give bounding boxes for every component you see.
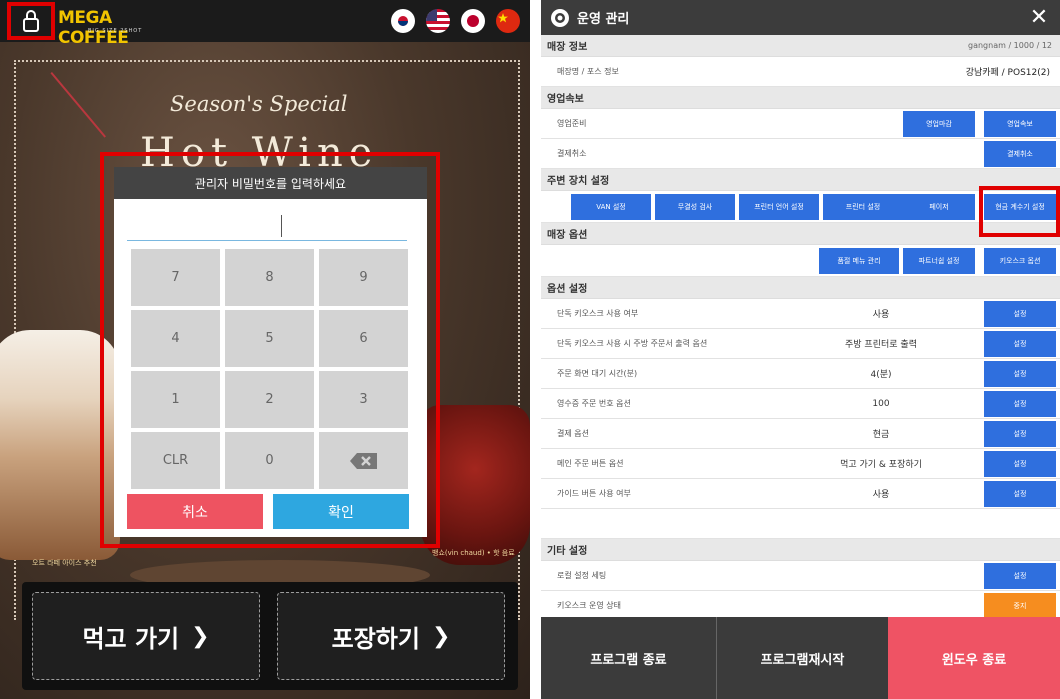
pager-button[interactable]: 페이저: [903, 194, 975, 220]
admin-footer: 프로그램 종료 프로그램재시작 윈도우 종료: [541, 617, 1060, 699]
shutdown-windows-button[interactable]: 윈도우 종료: [888, 617, 1060, 699]
van-settings-button[interactable]: VAN 설정: [571, 194, 651, 220]
printer-language-button[interactable]: 프린터 언어 설정: [739, 194, 819, 220]
section-store-info: 매장 정보 gangnam / 1000 / 12: [541, 35, 1060, 57]
row-value: 4(분): [870, 370, 892, 380]
option-row: 가이드 버튼 사용 여부 사용 설정: [541, 479, 1060, 509]
china-flag-icon[interactable]: [496, 9, 520, 33]
promo-frame-top: [14, 60, 520, 62]
admin-title: 운영 관리: [577, 12, 630, 27]
exit-program-button[interactable]: 프로그램 종료: [541, 617, 717, 699]
highlight-box-dialog: [100, 152, 440, 548]
settings-button[interactable]: 설정: [984, 421, 1056, 447]
settings-button[interactable]: 설정: [984, 481, 1056, 507]
option-row: 주문 화면 대기 시간(분) 4(분) 설정: [541, 359, 1060, 389]
store-pos-value: 강남카페 / POS12(2): [965, 68, 1050, 78]
korea-flag-icon[interactable]: [391, 9, 415, 33]
row-label: 로컬 설정 세팅: [557, 571, 607, 580]
row-label: 단독 키오스크 사용 시 주방 주문서 출력 옵션: [557, 339, 708, 348]
admin-panel: 운영 관리 ✕ 매장 정보 gangnam / 1000 / 12 매장명 / …: [541, 0, 1060, 699]
option-row: 단독 키오스크 사용 시 주방 주문서 출력 옵션 주방 프린터로 출력 설정: [541, 329, 1060, 359]
row-value: 100: [872, 398, 890, 409]
row-label: 가이드 버튼 사용 여부: [557, 489, 631, 498]
row-label: 주문 화면 대기 시간(분): [557, 369, 638, 378]
section-title: 매장 정보: [547, 42, 588, 53]
settings-button[interactable]: 설정: [984, 331, 1056, 357]
kiosk-stop-button[interactable]: 중지: [984, 593, 1056, 619]
row-label: 키오스크 운영 상태: [557, 601, 621, 610]
section-business: 영업속보: [541, 87, 1060, 109]
close-business-button[interactable]: 영업마감: [903, 111, 975, 137]
settings-button[interactable]: 설정: [984, 301, 1056, 327]
mega-coffee-logo: MEGA COFFEE BIG SIZE 2SHOT: [58, 6, 168, 48]
section-title: 옵션 설정: [547, 284, 588, 295]
japan-flag-icon[interactable]: [461, 9, 485, 33]
promo-tag-left: 오트 라떼 아이스 추천: [32, 559, 97, 567]
sold-out-menu-button[interactable]: 품절 메뉴 관리: [819, 248, 899, 274]
store-info-row: 매장명 / 포스 정보 강남카페 / POS12(2): [541, 57, 1060, 87]
chevron-right-icon: ❯: [431, 623, 451, 649]
option-row: 단독 키오스크 사용 여부 사용 설정: [541, 299, 1060, 329]
highlight-box-lock: [7, 2, 55, 40]
settings-button[interactable]: 설정: [984, 361, 1056, 387]
section-option-settings: 옵션 설정: [541, 277, 1060, 299]
option-row: 결제 옵션 현금 설정: [541, 419, 1060, 449]
close-icon[interactable]: ✕: [1028, 5, 1050, 30]
settings-button[interactable]: 설정: [984, 391, 1056, 417]
row-label: 메인 주문 버튼 옵션: [557, 459, 624, 468]
option-row: 영수증 주문 번호 옵션 100 설정: [541, 389, 1060, 419]
integrity-check-button[interactable]: 무결성 검사: [655, 194, 735, 220]
kiosk-screen: MEGA COFFEE BIG SIZE 2SHOT Season's Spec…: [0, 0, 530, 699]
section-title: 주변 장치 설정: [547, 176, 610, 187]
settings-button[interactable]: 설정: [984, 451, 1056, 477]
row-label: 단독 키오스크 사용 여부: [557, 309, 639, 318]
payment-cancel-button[interactable]: 결제취소: [984, 141, 1056, 167]
store-options-row: 품절 메뉴 관리 파트너쉽 설정 키오스크 옵션: [541, 245, 1060, 277]
admin-header: 운영 관리 ✕: [541, 0, 1060, 35]
printer-settings-button[interactable]: 프린터 설정: [823, 194, 903, 220]
promo-tag-right: 뱅쇼(vin chaud) • 핫 음료: [432, 549, 515, 557]
row-label: 매장명 / 포스 정보: [557, 67, 619, 76]
row-label: 영업준비: [557, 119, 587, 128]
highlight-box-cash-counter: [979, 186, 1060, 237]
empty-row: [541, 509, 1060, 539]
row-value: 사용: [872, 490, 890, 500]
annotation-arrow: [50, 72, 106, 138]
row-value: 현금: [872, 430, 890, 440]
store-meta: gangnam / 1000 / 12: [968, 41, 1052, 50]
local-settings-row: 로컬 설정 세팅 설정: [541, 561, 1060, 591]
eat-in-label: 먹고 가기: [82, 624, 180, 653]
row-value: 사용: [872, 310, 890, 320]
eat-in-button[interactable]: 먹고 가기 ❯: [32, 592, 260, 680]
kiosk-options-button[interactable]: 키오스크 옵션: [984, 248, 1056, 274]
option-row: 메인 주문 버튼 옵션 먹고 가기 & 포장하기 설정: [541, 449, 1060, 479]
section-title: 영업속보: [547, 94, 584, 105]
local-settings-button[interactable]: 설정: [984, 563, 1056, 589]
business-prep-row: 영업준비 영업마감 영업속보: [541, 109, 1060, 139]
section-title: 기타 설정: [547, 546, 588, 557]
business-report-button[interactable]: 영업속보: [984, 111, 1056, 137]
payment-cancel-row: 결제취소 결제취소: [541, 139, 1060, 169]
row-label: 결제 옵션: [557, 429, 589, 438]
row-value: 먹고 가기 & 포장하기: [840, 460, 922, 470]
restart-program-button[interactable]: 프로그램재시작: [717, 617, 888, 699]
row-label: 영수증 주문 번호 옵션: [557, 399, 631, 408]
section-other-settings: 기타 설정: [541, 539, 1060, 561]
takeout-label: 포장하기: [331, 624, 420, 653]
row-value: 주방 프린터로 출력: [845, 340, 917, 350]
partnership-button[interactable]: 파트너쉽 설정: [903, 248, 975, 274]
gear-icon: [551, 8, 569, 27]
section-title: 매장 옵션: [547, 230, 588, 241]
row-label: 결제취소: [557, 149, 587, 158]
promo-title: Season's Special: [170, 92, 348, 116]
takeout-button[interactable]: 포장하기 ❯: [277, 592, 505, 680]
logo-subtext: BIG SIZE 2SHOT: [88, 28, 143, 34]
us-flag-icon[interactable]: [426, 9, 450, 33]
chevron-right-icon: ❯: [191, 623, 210, 649]
